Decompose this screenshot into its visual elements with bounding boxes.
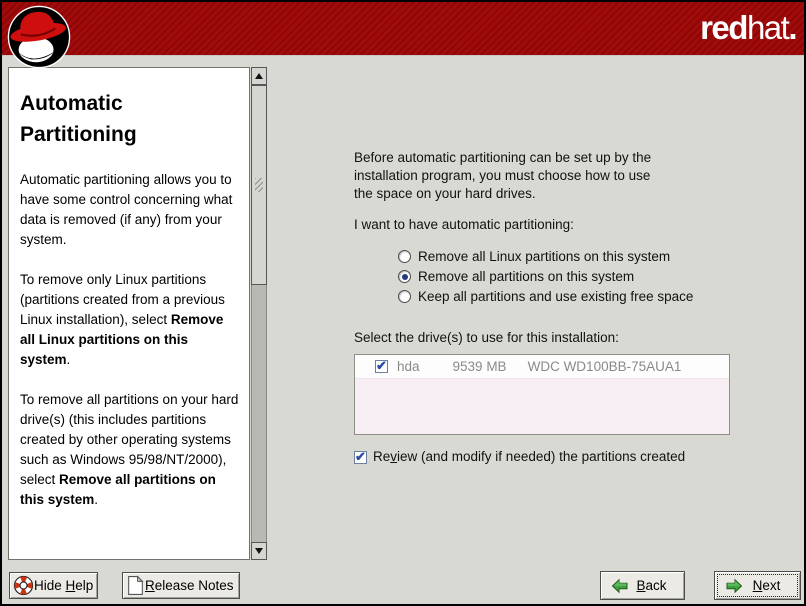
hide-help-label: Hide Help (34, 578, 93, 593)
life-buoy-icon (13, 575, 34, 596)
drive-select-label: Select the drive(s) to use for this inst… (354, 329, 619, 347)
drive-list: hda 9539 MB WDC WD100BB-75AUA1 (354, 354, 730, 435)
back-label: Back (629, 578, 674, 593)
wordmark-red: red (700, 9, 747, 46)
review-label: Review (and modify if needed) the partit… (373, 448, 685, 466)
help-panel: Automatic Partitioning Automatic partiti… (8, 67, 250, 560)
installer-window: redhat. Automatic Partitioning Automatic… (0, 0, 806, 606)
redhat-wordmark: redhat. (700, 11, 796, 44)
back-button[interactable]: Back (600, 571, 685, 600)
wordmark-hat: hat (747, 9, 788, 46)
radio-label: Remove all partitions on this system (418, 268, 634, 286)
hide-help-button[interactable]: Hide Help (9, 572, 98, 599)
radio-icon[interactable] (398, 250, 411, 263)
help-paragraph-1: Automatic partitioning allows you to hav… (20, 170, 241, 250)
arrow-down-icon (255, 548, 263, 554)
partitioning-question-label: I want to have automatic partitioning: (354, 216, 574, 234)
help-paragraph-3: To remove all partitions on your hard dr… (20, 390, 241, 510)
scroll-down-button[interactable] (251, 542, 267, 560)
drive-row-hda[interactable]: hda 9539 MB WDC WD100BB-75AUA1 (355, 355, 729, 379)
drive-model: WDC WD100BB-75AUA1 (528, 359, 682, 374)
wordmark-period: . (788, 9, 796, 46)
radio-label: Remove all Linux partitions on this syst… (418, 248, 670, 266)
scrollbar-thumb[interactable] (251, 85, 267, 285)
scroll-up-button[interactable] (251, 67, 267, 85)
review-partitions-row[interactable]: Review (and modify if needed) the partit… (354, 448, 685, 466)
back-arrow-icon (611, 578, 629, 594)
help-title: Automatic Partitioning (20, 88, 241, 150)
drive-size: 9539 MB (453, 359, 507, 374)
next-arrow-icon (725, 578, 743, 594)
redhat-shadowman-logo (6, 4, 72, 70)
drive-name: hda (397, 359, 420, 374)
intro-text: Before automatic partitioning can be set… (354, 149, 651, 203)
release-notes-button[interactable]: Release Notes (122, 572, 240, 599)
radio-remove-all-partitions[interactable]: Remove all partitions on this system (398, 269, 634, 284)
arrow-up-icon (255, 73, 263, 79)
help-paragraph-2: To remove only Linux partitions (partiti… (20, 270, 241, 370)
radio-keep-all-partitions[interactable]: Keep all partitions and use existing fre… (398, 289, 693, 304)
review-checkbox[interactable] (354, 451, 367, 464)
next-button[interactable]: Next (714, 571, 801, 600)
radio-label: Keep all partitions and use existing fre… (418, 288, 693, 306)
next-label: Next (743, 578, 790, 593)
banner: redhat. (2, 2, 804, 56)
document-icon (127, 575, 144, 596)
help-scrollbar (251, 67, 267, 560)
radio-icon[interactable] (398, 270, 411, 283)
radio-remove-linux-partitions[interactable]: Remove all Linux partitions on this syst… (398, 249, 670, 264)
scrollbar-track[interactable] (251, 85, 267, 542)
drive-checkbox[interactable] (375, 360, 388, 373)
radio-icon[interactable] (398, 290, 411, 303)
release-notes-label: Release Notes (145, 578, 234, 593)
